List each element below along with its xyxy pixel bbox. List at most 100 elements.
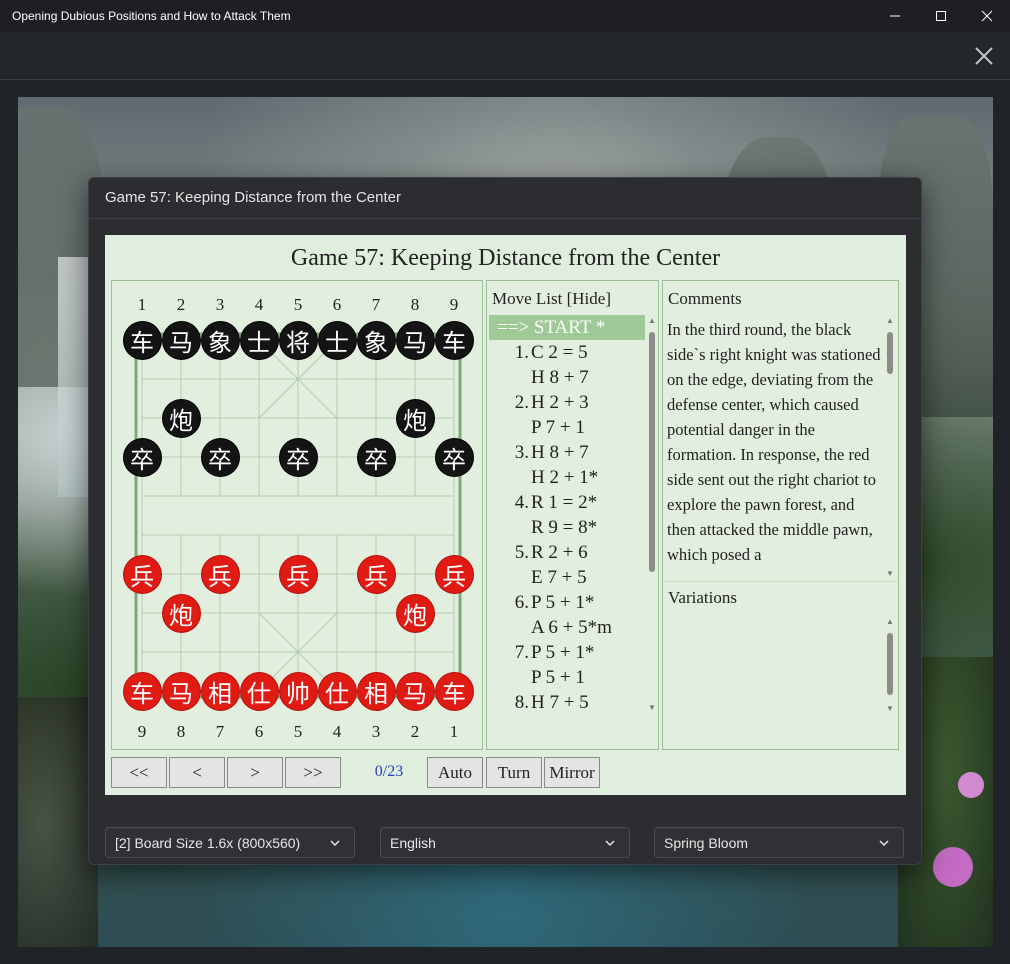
black-piece[interactable]: 卒 (435, 438, 473, 476)
red-piece[interactable]: 仕 (318, 672, 356, 710)
comments-scrollbar[interactable]: ▲ ▼ (885, 316, 895, 578)
move-list-header[interactable]: Move List [Hide] (492, 289, 611, 309)
turn-button[interactable]: Turn (486, 757, 542, 788)
move-number: 8. (514, 692, 529, 713)
scroll-thumb[interactable] (649, 332, 655, 572)
auto-button[interactable]: Auto (427, 757, 483, 788)
black-piece[interactable]: 将 (279, 321, 317, 359)
scroll-thumb[interactable] (887, 633, 893, 695)
move-item[interactable]: 1. C 2 = 5 (487, 340, 645, 365)
move-item[interactable]: 3. H 8 + 7 (487, 440, 645, 465)
red-piece[interactable]: 仕 (240, 672, 278, 710)
file-number-top: 1 (137, 295, 147, 314)
black-piece[interactable]: 象 (357, 321, 395, 359)
file-number-bottom: 3 (371, 722, 381, 741)
move-item[interactable]: R 9 = 8* (487, 515, 645, 540)
close-page-icon[interactable] (972, 44, 996, 68)
mirror-button[interactable]: Mirror (544, 757, 600, 788)
chevron-down-icon (879, 840, 889, 847)
move-item[interactable]: E 7 + 5 (487, 565, 645, 590)
chevron-down-icon (605, 840, 615, 847)
move-notation: H 2 + 1* (531, 467, 599, 488)
red-piece[interactable]: 马 (396, 672, 434, 710)
red-piece[interactable]: 炮 (396, 594, 434, 632)
next-move-button[interactable]: > (227, 757, 283, 788)
black-piece[interactable]: 士 (240, 321, 278, 359)
red-piece[interactable]: 帅 (279, 672, 317, 710)
black-piece[interactable]: 卒 (357, 438, 395, 476)
comments-panel: Comments In the third round, the black s… (662, 280, 899, 750)
black-piece[interactable]: 炮 (162, 399, 200, 437)
move-notation: E 7 + 5 (531, 567, 587, 588)
red-piece[interactable]: 相 (357, 672, 395, 710)
move-item[interactable]: A 6 + 5*m (487, 615, 645, 640)
red-piece[interactable]: 兵 (201, 555, 239, 593)
minimize-icon (890, 15, 900, 17)
move-item[interactable]: P 5 + 1 (487, 665, 645, 690)
black-piece[interactable]: 马 (162, 321, 200, 359)
move-notation: P 5 + 1* (531, 642, 595, 663)
variations-scrollbar[interactable]: ▲ ▼ (885, 617, 895, 713)
file-number-bottom: 1 (449, 722, 459, 741)
minimize-button[interactable] (872, 0, 918, 32)
red-piece[interactable]: 炮 (162, 594, 200, 632)
scroll-down-icon[interactable]: ▼ (885, 704, 895, 713)
scroll-up-icon[interactable]: ▲ (885, 617, 895, 626)
file-number-top: 6 (332, 295, 342, 314)
black-piece[interactable]: 车 (123, 321, 161, 359)
red-piece[interactable]: 马 (162, 672, 200, 710)
variations-section: Variations (663, 581, 898, 615)
window-title: Opening Dubious Positions and How to Att… (12, 9, 291, 23)
file-number-top: 3 (215, 295, 225, 314)
black-piece[interactable]: 马 (396, 321, 434, 359)
move-number: 2. (514, 392, 529, 413)
red-piece[interactable]: 兵 (357, 555, 395, 593)
black-piece[interactable]: 士 (318, 321, 356, 359)
file-number-bottom: 8 (176, 722, 186, 741)
file-number-top: 8 (410, 295, 420, 314)
move-item[interactable]: 8. H 7 + 5 (487, 690, 645, 715)
window-close-button[interactable] (964, 0, 1010, 32)
comments-text: In the third round, the black side`s rig… (667, 320, 881, 564)
black-piece[interactable]: 卒 (201, 438, 239, 476)
move-counter: 0/23 (374, 763, 404, 780)
scroll-down-icon[interactable]: ▼ (885, 569, 895, 578)
scroll-up-icon[interactable]: ▲ (885, 316, 895, 325)
prev-move-button[interactable]: < (169, 757, 225, 788)
black-piece[interactable]: 象 (201, 321, 239, 359)
theme-select[interactable]: Spring Bloom (654, 827, 904, 858)
move-item[interactable]: 4. R 1 = 2* (487, 490, 645, 515)
scroll-down-icon[interactable]: ▼ (647, 703, 657, 712)
scroll-up-icon[interactable]: ▲ (647, 316, 657, 325)
red-piece[interactable]: 相 (201, 672, 239, 710)
red-piece[interactable]: 兵 (435, 555, 473, 593)
move-item[interactable]: H 2 + 1* (487, 465, 645, 490)
move-number: 6. (514, 592, 529, 613)
move-item[interactable]: H 8 + 7 (487, 365, 645, 390)
last-move-button[interactable]: >> (285, 757, 341, 788)
move-item[interactable]: 7. P 5 + 1* (487, 640, 645, 665)
chess-board[interactable]: 123456789987654321车马象士将士象马车炮炮卒卒卒卒卒兵兵兵兵兵炮… (111, 280, 483, 750)
move-item[interactable]: 5. R 2 + 6 (487, 540, 645, 565)
move-start[interactable]: ==> START * (489, 315, 645, 340)
game-dialog: Game 57: Keeping Distance from the Cente… (88, 177, 922, 865)
red-piece[interactable]: 车 (435, 672, 473, 710)
file-number-bottom: 2 (410, 722, 420, 741)
red-piece[interactable]: 兵 (279, 555, 317, 593)
move-item[interactable]: P 7 + 1 (487, 415, 645, 440)
scroll-thumb[interactable] (887, 332, 893, 374)
black-piece[interactable]: 卒 (279, 438, 317, 476)
board-size-select[interactable]: [2] Board Size 1.6x (800x560) (105, 827, 355, 858)
move-list-scrollbar[interactable]: ▲ ▼ (647, 316, 657, 712)
file-number-top: 9 (449, 295, 459, 314)
black-piece[interactable]: 卒 (123, 438, 161, 476)
language-select[interactable]: English (380, 827, 630, 858)
red-piece[interactable]: 车 (123, 672, 161, 710)
move-item[interactable]: 2. H 2 + 3 (487, 390, 645, 415)
first-move-button[interactable]: << (111, 757, 167, 788)
black-piece[interactable]: 车 (435, 321, 473, 359)
red-piece[interactable]: 兵 (123, 555, 161, 593)
move-item[interactable]: 6. P 5 + 1* (487, 590, 645, 615)
maximize-button[interactable] (918, 0, 964, 32)
black-piece[interactable]: 炮 (396, 399, 434, 437)
